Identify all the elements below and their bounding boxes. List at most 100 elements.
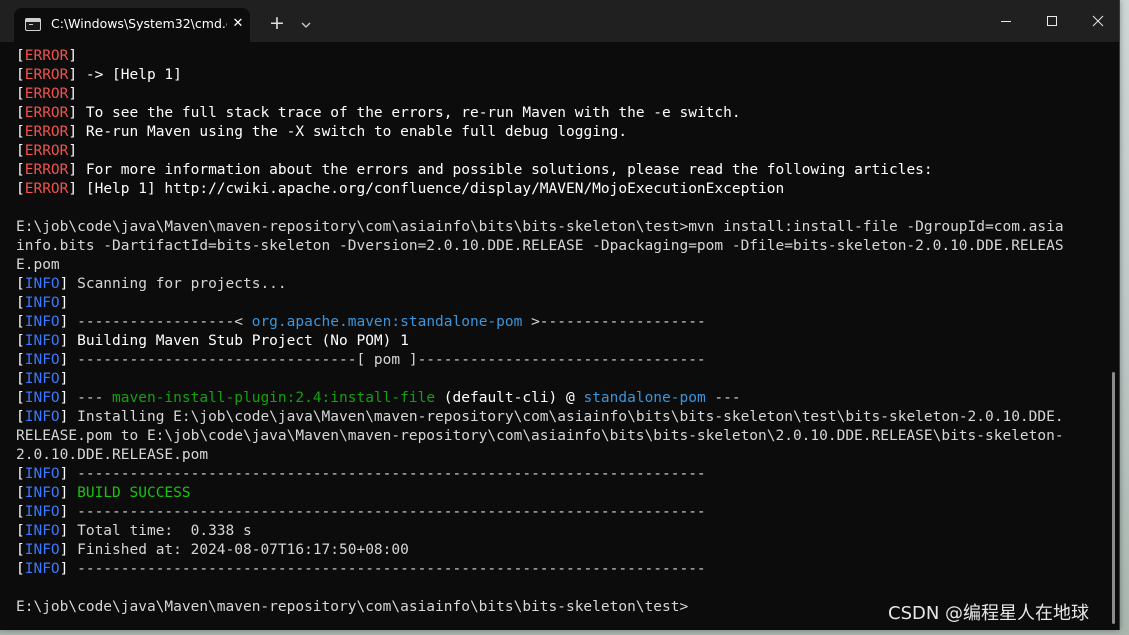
terminal-line: [INFO] Finished at: 2024-08-07T16:17:50+… bbox=[16, 541, 409, 560]
vertical-scrollbar[interactable] bbox=[1112, 372, 1115, 624]
log-bracket: [ bbox=[16, 67, 25, 83]
log-level-tag: INFO bbox=[24, 504, 60, 520]
log-bracket: [ bbox=[16, 162, 25, 178]
log-text: --- bbox=[705, 390, 741, 406]
log-bracket: ] bbox=[68, 162, 78, 178]
artifact-id: org.apache.maven:standalone-pom bbox=[251, 314, 523, 330]
maximize-icon bbox=[1047, 16, 1057, 26]
csdn-watermark: CSDN @编程星人在地球 bbox=[888, 603, 1090, 624]
terminal-line: [ERROR] To see the full stack trace of t… bbox=[16, 104, 741, 123]
log-text: -> [Help 1] bbox=[77, 67, 182, 83]
log-level-tag: INFO bbox=[24, 314, 60, 330]
build-success-text: BUILD SUCCESS bbox=[77, 485, 191, 501]
terminal-line: [INFO] Building Maven Stub Project (No P… bbox=[16, 332, 409, 351]
log-level-tag: INFO bbox=[24, 276, 60, 292]
log-text: E:\job\code\java\Maven\maven-repository\… bbox=[16, 219, 1064, 235]
terminal-line: [INFO] Total time: 0.338 s bbox=[16, 522, 252, 541]
minimize-button[interactable] bbox=[983, 6, 1029, 36]
log-bracket: ] bbox=[59, 295, 69, 311]
log-bracket: [ bbox=[16, 466, 25, 482]
tab-cmd[interactable]: C:\Windows\System32\cmd.e ✕ bbox=[14, 8, 250, 42]
chevron-down-icon bbox=[301, 22, 311, 28]
log-text: --------------------------------[ pom ]-… bbox=[68, 352, 706, 368]
log-bracket: [ bbox=[16, 181, 25, 197]
log-text: [Help 1] http://cwiki.apache.org/conflue… bbox=[77, 181, 785, 197]
log-flag: -X bbox=[286, 124, 305, 140]
log-text: Installing E:\job\code\java\Maven\maven-… bbox=[68, 409, 1064, 425]
log-bracket: [ bbox=[16, 86, 25, 102]
terminal-line: [INFO] bbox=[16, 294, 68, 313]
log-bracket: [ bbox=[16, 390, 25, 406]
new-tab-button[interactable]: + bbox=[264, 12, 290, 36]
log-text: switch to enable full debug logging. bbox=[304, 124, 628, 140]
log-flag: -e bbox=[653, 105, 671, 121]
log-bracket: [ bbox=[16, 523, 25, 539]
log-bracket: ] bbox=[59, 371, 69, 387]
log-text: 2.0.10.DDE.RELEASE.pom bbox=[16, 447, 209, 463]
log-text: ----------------------------------------… bbox=[68, 561, 706, 577]
log-text: ----------------------------------------… bbox=[68, 466, 706, 482]
log-level-tag: INFO bbox=[24, 542, 60, 558]
terminal-line: [INFO] ---------------------------------… bbox=[16, 503, 706, 522]
terminal-line: [ERROR] For more information about the e… bbox=[16, 161, 933, 180]
terminal-line: E:\job\code\java\Maven\maven-repository\… bbox=[16, 598, 688, 617]
terminal-line: info.bits -DartifactId=bits-skeleton -Dv… bbox=[16, 237, 1064, 256]
log-level-tag: INFO bbox=[24, 523, 60, 539]
log-text: >------------------- bbox=[522, 314, 706, 330]
log-level-tag: ERROR bbox=[24, 143, 69, 159]
plugin-goal: maven-install-plugin:2.4:install-file bbox=[112, 390, 436, 406]
log-text: ------------------< bbox=[68, 314, 252, 330]
log-text: --- bbox=[68, 390, 113, 406]
log-level-tag: ERROR bbox=[24, 105, 69, 121]
terminal-output[interactable]: [ERROR] [ERROR] -> [Help 1] [ERROR] [ERROR]… bbox=[0, 42, 1110, 630]
tab-dropdown-button[interactable] bbox=[295, 14, 317, 36]
maximize-button[interactable] bbox=[1029, 6, 1075, 36]
close-tab-button[interactable]: ✕ bbox=[230, 16, 246, 32]
log-level-tag: INFO bbox=[24, 561, 60, 577]
log-bracket: [ bbox=[16, 371, 25, 387]
log-level-tag: INFO bbox=[24, 466, 60, 482]
log-bracket: [ bbox=[16, 105, 25, 121]
terminal-line: [INFO] Scanning for projects... bbox=[16, 275, 287, 294]
log-bracket: [ bbox=[16, 542, 25, 558]
terminal-line: [ERROR] bbox=[16, 142, 77, 161]
terminal-line: 2.0.10.DDE.RELEASE.pom bbox=[16, 446, 208, 465]
log-bracket: [ bbox=[16, 124, 25, 140]
minimize-icon bbox=[1001, 21, 1011, 22]
terminal-line: E:\job\code\java\Maven\maven-repository\… bbox=[16, 218, 1064, 237]
log-bracket: [ bbox=[16, 276, 25, 292]
log-level-tag: ERROR bbox=[24, 48, 69, 64]
log-text: Scanning for projects... bbox=[68, 276, 287, 292]
terminal-line: RELEASE.pom to E:\job\code\java\Maven\ma… bbox=[16, 427, 1064, 446]
log-level-tag: INFO bbox=[24, 333, 60, 349]
log-bracket: ] bbox=[68, 48, 78, 64]
terminal-line: [INFO] bbox=[16, 370, 68, 389]
log-bracket: [ bbox=[16, 48, 25, 64]
log-text: Building Maven Stub Project (No POM) 1 bbox=[68, 333, 409, 349]
close-window-button[interactable] bbox=[1075, 6, 1121, 36]
log-level-tag: INFO bbox=[24, 352, 60, 368]
log-level-tag: ERROR bbox=[24, 67, 69, 83]
terminal-line: [ERROR] -> [Help 1] bbox=[16, 66, 182, 85]
close-icon bbox=[1092, 15, 1104, 27]
log-level-tag: INFO bbox=[24, 295, 60, 311]
log-text: (default-cli) @ bbox=[435, 390, 584, 406]
log-bracket: ] bbox=[68, 143, 78, 159]
log-text: Re-run Maven using the bbox=[77, 124, 287, 140]
log-bracket: [ bbox=[16, 333, 25, 349]
log-level-tag: ERROR bbox=[24, 162, 69, 178]
terminal-line: [ERROR] [Help 1] http://cwiki.apache.org… bbox=[16, 180, 784, 199]
log-level-tag: INFO bbox=[24, 390, 60, 406]
terminal-line: [INFO] Installing E:\job\code\java\Maven… bbox=[16, 408, 1064, 427]
log-text: RELEASE.pom to E:\job\code\java\Maven\ma… bbox=[16, 428, 1064, 444]
log-text: Total time: 0.338 s bbox=[68, 523, 252, 539]
log-text: For more information about the errors an… bbox=[77, 162, 933, 178]
log-bracket: ] bbox=[68, 67, 78, 83]
log-text: ----------------------------------------… bbox=[68, 504, 706, 520]
terminal-line: [ERROR] bbox=[16, 85, 77, 104]
log-bracket: [ bbox=[16, 485, 25, 501]
log-level-tag: INFO bbox=[24, 485, 60, 501]
log-text: E:\job\code\java\Maven\maven-repository\… bbox=[16, 599, 689, 615]
title-bar[interactable]: C:\Windows\System32\cmd.e ✕ + bbox=[0, 0, 1119, 42]
log-level-tag: ERROR bbox=[24, 181, 69, 197]
